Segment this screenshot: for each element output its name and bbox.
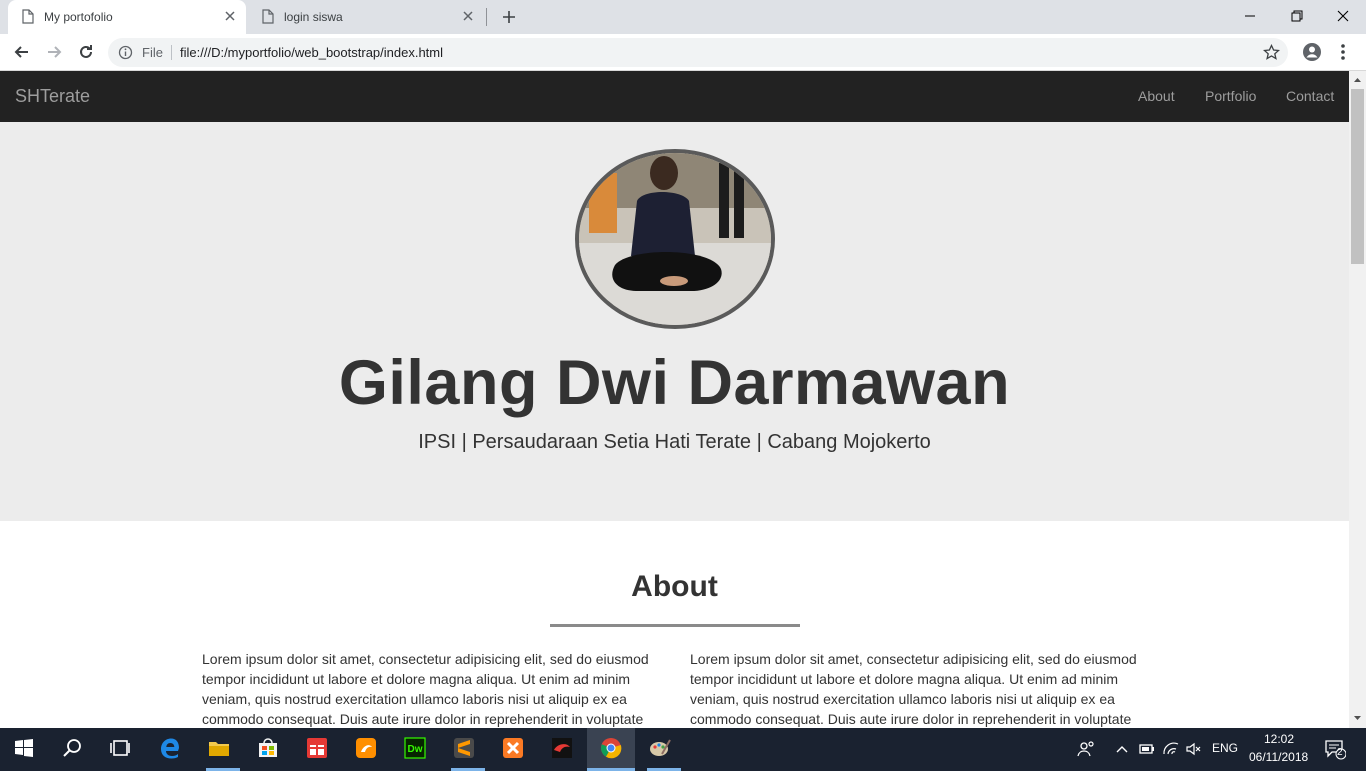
- gift-app-icon[interactable]: [305, 736, 329, 760]
- close-icon[interactable]: [222, 8, 238, 24]
- tab-login-siswa[interactable]: login siswa: [248, 0, 484, 34]
- scrollbar-thumb[interactable]: [1351, 89, 1364, 264]
- scroll-up-icon[interactable]: [1353, 75, 1362, 84]
- omnibox-divider: [171, 45, 172, 60]
- hero-name: Gilang Dwi Darmawan: [338, 348, 1011, 418]
- taskbar: Dw ENG 12:02 06/11/2018 2: [0, 728, 1366, 771]
- profile-photo: [575, 149, 775, 329]
- info-icon[interactable]: [118, 45, 133, 60]
- browser-toolbar: File file:///D:/myportfolio/web_bootstra…: [0, 34, 1366, 71]
- nav-link-about[interactable]: About: [1138, 88, 1175, 104]
- scheme-label: File: [142, 45, 163, 60]
- clock-date[interactable]: 06/11/2018: [1249, 750, 1308, 764]
- start-icon[interactable]: [12, 736, 36, 760]
- back-icon[interactable]: [12, 42, 32, 62]
- reload-icon[interactable]: [76, 42, 96, 62]
- new-tab-icon[interactable]: [500, 8, 518, 26]
- minimize-icon[interactable]: [1240, 6, 1260, 26]
- battery-icon[interactable]: [1138, 740, 1156, 758]
- site-brand[interactable]: SHTerate: [15, 86, 90, 107]
- page-scrollbar[interactable]: [1349, 71, 1366, 728]
- close-icon[interactable]: [460, 8, 476, 24]
- about-heading: About: [631, 570, 718, 603]
- nav-link-portfolio[interactable]: Portfolio: [1205, 88, 1256, 104]
- uc-browser-icon[interactable]: [354, 736, 378, 760]
- restore-icon[interactable]: [1287, 6, 1307, 26]
- volume-muted-icon[interactable]: [1185, 740, 1203, 758]
- about-divider: [550, 624, 800, 627]
- language-indicator[interactable]: ENG: [1212, 741, 1238, 755]
- svg-text:Dw: Dw: [408, 744, 423, 755]
- tab-title: My portofolio: [44, 10, 113, 24]
- about-text-right: Lorem ipsum dolor sit amet, consectetur …: [690, 651, 1137, 727]
- task-view-icon[interactable]: [108, 736, 132, 760]
- search-icon[interactable]: [60, 736, 84, 760]
- people-icon[interactable]: [1076, 739, 1096, 759]
- dreamweaver-icon[interactable]: Dw: [403, 736, 427, 760]
- chevron-up-icon[interactable]: [1114, 741, 1130, 757]
- nav-link-contact[interactable]: Contact: [1286, 88, 1334, 104]
- more-menu-icon[interactable]: [1336, 42, 1350, 62]
- tab-divider: [486, 8, 487, 26]
- paint-icon[interactable]: [648, 736, 672, 760]
- wifi-icon[interactable]: [1162, 739, 1180, 757]
- document-icon: [262, 9, 274, 24]
- page-viewport: SHTerate About Portfolio Contact Gilang …: [0, 71, 1349, 728]
- url-text[interactable]: file:///D:/myportfolio/web_bootstrap/ind…: [180, 45, 443, 60]
- tab-strip: My portofolio login siswa: [0, 0, 1366, 34]
- hero-section: Gilang Dwi Darmawan IPSI | Persaudaraan …: [0, 122, 1349, 521]
- tab-title: login siswa: [284, 10, 343, 24]
- bookmark-star-icon[interactable]: [1263, 44, 1280, 61]
- account-icon[interactable]: [1302, 42, 1322, 62]
- about-text-left: Lorem ipsum dolor sit amet, consectetur …: [202, 651, 649, 727]
- store-icon[interactable]: [256, 736, 280, 760]
- forward-icon[interactable]: [44, 42, 64, 62]
- game-app-icon[interactable]: [550, 736, 574, 760]
- chrome-icon[interactable]: [599, 736, 623, 760]
- site-navbar: SHTerate About Portfolio Contact: [0, 71, 1349, 122]
- tab-my-portofolio[interactable]: My portofolio: [8, 0, 246, 34]
- clock-time[interactable]: 12:02: [1264, 732, 1294, 746]
- profile-photo-image: [579, 153, 771, 325]
- document-icon: [22, 9, 34, 24]
- scroll-down-icon[interactable]: [1353, 714, 1362, 723]
- sublime-text-icon[interactable]: [452, 736, 476, 760]
- xampp-icon[interactable]: [501, 736, 525, 760]
- file-explorer-icon[interactable]: [207, 736, 231, 760]
- hero-tagline: IPSI | Persaudaraan Setia Hati Terate | …: [418, 431, 931, 453]
- notification-badge: 2: [1337, 747, 1343, 758]
- close-window-icon[interactable]: [1333, 6, 1353, 26]
- edge-icon[interactable]: [158, 736, 182, 760]
- address-bar[interactable]: File file:///D:/myportfolio/web_bootstra…: [108, 38, 1288, 67]
